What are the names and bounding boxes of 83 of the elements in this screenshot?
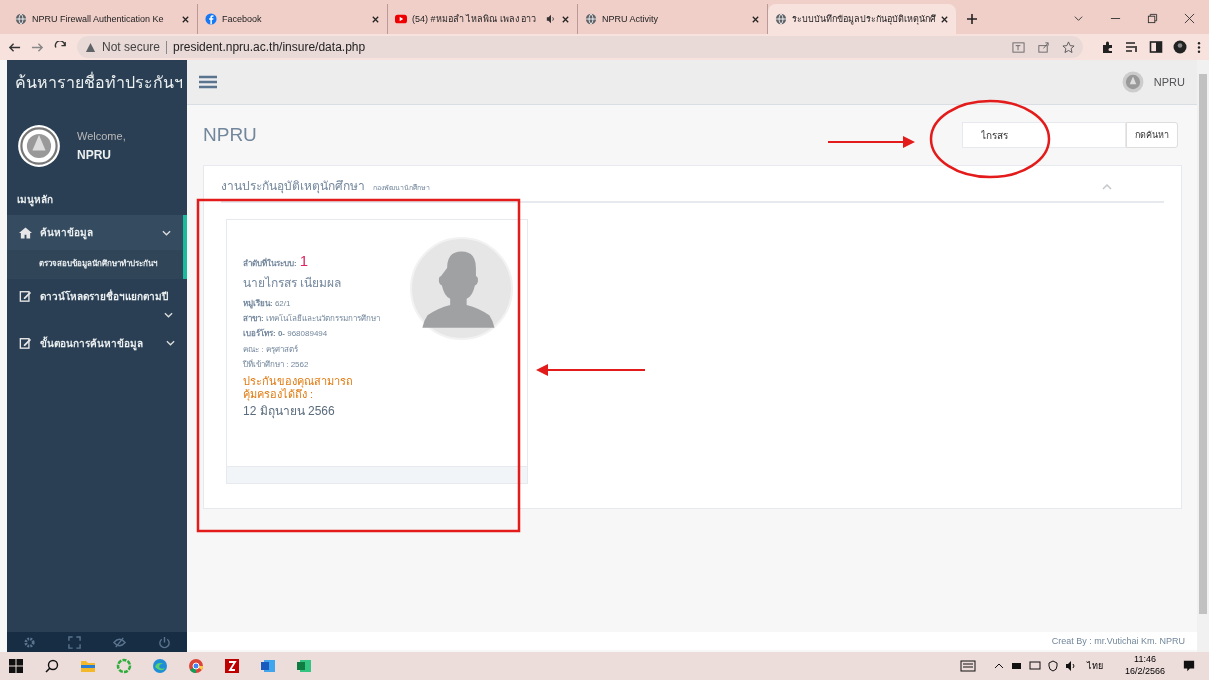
student-name: นายไกรสร เนียมผล [243,275,343,292]
search-field[interactable]: ไกรสร [962,122,1126,148]
spreadsheet-app-icon[interactable] [296,658,312,674]
globe-icon [775,13,787,25]
play-icon [395,13,407,25]
detail-text: หมู่เรียน: 62/1 [243,298,292,311]
close-icon[interactable] [1184,13,1195,24]
menu-heading: เมนูหลัก [16,193,54,209]
edit-icon [19,290,32,303]
clock-time[interactable]: 11:46 [1134,654,1156,666]
close-icon[interactable] [181,14,190,24]
windows-icon[interactable] [8,658,24,674]
menu-item[interactable]: ดาวน์โหลดรายชื่อฯแยกตามปี [7,278,187,326]
order-number: 1 [299,252,308,269]
search-icon[interactable] [44,658,60,674]
volume-icon[interactable] [1064,660,1077,672]
folder-icon[interactable] [80,658,96,674]
menu-item[interactable]: ขั้นตอนการค้นหาข้อมูล [7,325,187,361]
user-name: NPRU [77,148,112,162]
wave-logo-icon[interactable] [152,658,168,674]
settings-icon[interactable] [23,635,36,649]
welcome-text: Welcome, [77,130,126,142]
browser-logo-icon[interactable] [188,658,204,674]
chevron-down-icon [162,229,171,236]
star-icon[interactable] [1062,40,1075,54]
tab-title: (54) #หมอลำ ไหลพิณ เพลง อาว [412,13,537,26]
avatar-icon[interactable] [1173,40,1187,54]
detail-text: สาขา: เทคโนโลยีและนวัตกรรมการศึกษา [243,313,381,326]
coverage-date: 12 มิถุนายน 2566 [243,403,336,421]
submenu-item[interactable]: ตรวจสอบข้อมูลนักศึกษาทำประกันฯ [7,250,187,279]
page-title: NPRU [203,124,257,146]
speaker-icon[interactable] [546,14,556,24]
playlist-icon[interactable] [1125,40,1139,54]
shield-icon[interactable] [1046,660,1059,672]
detail-text: เบอร์โทร: 0- 968089494 [243,327,329,341]
address-field[interactable]: Not secure president.npru.ac.th/insure/data.php [77,36,1083,58]
chevron-down-icon[interactable] [1073,13,1084,24]
close-icon[interactable] [561,14,570,24]
tab-title: ระบบบันทึกข้อมูลประกันอุบัติเหตุนักศึ [792,13,935,26]
footer-credit: Creat By : mr.Vutichai Km. NPRU [1051,636,1185,646]
tab-title: NPRU Activity [602,14,659,24]
ftp-app-icon[interactable] [224,658,240,674]
browser-tab[interactable]: ระบบบันทึกข้อมูลประกันอุบัติเหตุนักศึ [768,4,956,34]
user-name[interactable]: NPRU [1153,76,1185,88]
puzzle-icon[interactable] [1101,40,1115,54]
home-icon [19,226,32,239]
menu-item[interactable]: ค้นหาข้อมูล [7,215,187,250]
eye-slash-icon[interactable] [113,635,126,649]
clock-date[interactable]: 16/2/2566 [1124,666,1165,678]
menu-icon[interactable] [1197,40,1201,54]
chevron-down-icon [166,340,175,347]
detail-text: คณะ : ครุศาสตร์ [243,343,299,356]
order-label: ลำดับที่ในระบบ: [243,257,297,270]
close-icon[interactable] [940,14,949,24]
globe-icon [585,13,597,25]
detail-text: ปีที่เข้าศึกษา : 2562 [243,358,310,371]
app-title: ค้นหารายชื่อทำประกันฯ [14,71,184,93]
side-panel-icon[interactable] [1149,40,1163,54]
document-app-icon[interactable] [260,658,276,674]
restore-icon[interactable] [1147,13,1158,24]
scrollbar[interactable] [1197,60,1209,652]
chevron-down-icon [164,311,173,318]
coverage-label: ประกันของคุณสามารถคุ้มครองได้ถึง : [243,374,354,402]
power-icon[interactable] [158,635,171,649]
new-tab-icon[interactable] [966,13,978,25]
keyboard-icon[interactable] [958,660,977,672]
close-icon[interactable] [371,14,380,24]
panel-title: งานประกันอุบัติเหตุนักศึกษา [221,178,365,195]
close-icon[interactable] [751,14,760,24]
avatar-silhouette-icon [410,237,513,340]
seal-icon [1121,71,1144,93]
language-indicator[interactable]: ไทย [1086,659,1103,673]
battery-icon[interactable] [1010,660,1023,672]
warning-icon [85,41,96,53]
notification-icon[interactable] [1183,660,1195,672]
search-button[interactable]: กดค้นหา [1126,122,1178,148]
globe-icon [15,13,27,25]
tab-title: Facebook [222,14,263,24]
edit-icon [19,337,32,350]
share-icon[interactable] [1037,40,1050,54]
network-icon[interactable] [1028,660,1041,672]
tab-title: NPRU Firewall Authentication Ke [32,14,165,24]
f-logo-icon [205,13,217,25]
